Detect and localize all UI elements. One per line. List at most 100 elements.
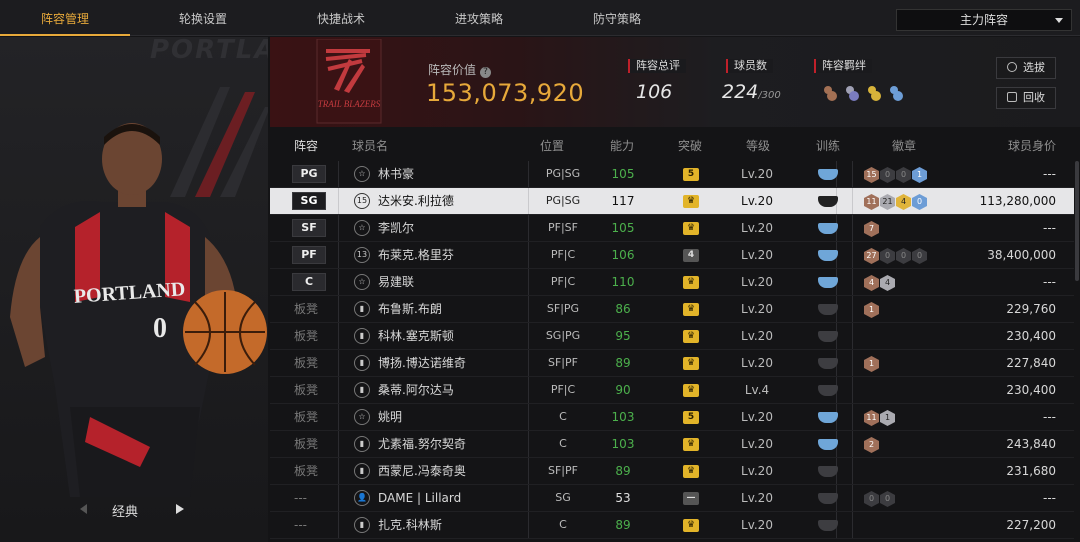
table-row[interactable]: C ☆ 易建联 PF|C 110 ♛ Lv.20 4 4 --- (270, 269, 1074, 296)
col-ability[interactable]: 能力 (610, 137, 634, 154)
lineup-slot[interactable]: 板凳 (294, 377, 318, 403)
lineup-slot[interactable]: --- (294, 512, 307, 538)
player-level: Lv.20 (741, 194, 773, 208)
card-variant-switcher: 经典 (0, 497, 268, 521)
badge-hex-icon: 2 (864, 437, 879, 453)
col-price[interactable]: 球员身价 (1008, 137, 1056, 154)
recycle-button-label: 回收 (1023, 91, 1045, 104)
col-lineup[interactable]: 阵容 (294, 137, 318, 154)
player-type-icon: ▮ (354, 382, 370, 398)
column-divider (528, 377, 529, 403)
column-divider (338, 404, 339, 430)
col-name[interactable]: 球员名 (352, 137, 388, 154)
lineup-slot[interactable]: PF (292, 246, 326, 264)
column-divider (528, 269, 529, 295)
lineup-slot[interactable]: SF (292, 219, 326, 237)
col-breakthrough[interactable]: 突破 (678, 137, 702, 154)
lineup-slot[interactable]: SG (292, 192, 326, 210)
lineup-slot[interactable]: 板凳 (294, 296, 318, 322)
breakthrough-crown-icon: ♛ (683, 330, 699, 343)
col-level[interactable]: 等级 (746, 137, 770, 154)
lineup-value-label-text: 阵容价值 (428, 63, 477, 77)
tab-lineup-management[interactable]: 阵容管理 (0, 0, 130, 36)
col-badge[interactable]: 徽章 (892, 137, 916, 154)
lineup-slot[interactable]: 板凳 (294, 458, 318, 484)
player-level: Lv.20 (741, 221, 773, 235)
player-type-icon: ☆ (354, 220, 370, 236)
breakthrough-crown-icon: ♛ (683, 195, 699, 208)
player-position: C (559, 437, 567, 450)
table-row[interactable]: 板凳 ▮ 尤素福.努尔契奇 C 103 ♛ Lv.20 2 243,840 (270, 431, 1074, 458)
column-divider (338, 458, 339, 484)
player-position: PF|C (550, 383, 576, 396)
table-row[interactable]: 板凳 ▮ 博扬.博达诺维奇 SF|PF 89 ♛ Lv.20 1 227,840 (270, 350, 1074, 377)
player-name: 科林.塞克斯顿 (378, 329, 454, 343)
tab-defense-strategy[interactable]: 防守策略 (552, 0, 682, 36)
player-level: Lv.20 (741, 518, 773, 532)
table-row[interactable]: --- 👤 DAME | Lillard SG 53 — Lv.20 0 0 --- (270, 485, 1074, 512)
variant-label: 经典 (112, 505, 139, 520)
player-name: 博扬.博达诺维奇 (378, 356, 466, 370)
player-count-number: 224 (722, 81, 759, 103)
breakthrough-crown-icon: 5 (683, 168, 699, 181)
player-position: SF|PF (548, 356, 578, 369)
player-type-icon: ▮ (354, 328, 370, 344)
badge-group: 1 (864, 355, 880, 372)
table-row[interactable]: 板凳 ▮ 布鲁斯.布朗 SF|PG 86 ♛ Lv.20 1 229,760 (270, 296, 1074, 323)
recycle-button[interactable]: 回收 (996, 87, 1056, 109)
player-ability: 105 (611, 221, 635, 235)
tab-offense-strategy[interactable]: 进攻策略 (414, 0, 544, 36)
scrollbar[interactable] (1075, 161, 1079, 281)
player-name: 林书豪 (378, 167, 415, 181)
lineup-slot[interactable]: PG (292, 165, 326, 183)
training-shield-icon (818, 358, 838, 369)
breakthrough-crown-icon: 5 (683, 411, 699, 424)
tab-rotation-settings[interactable]: 轮换设置 (138, 0, 268, 36)
player-level: Lv.20 (741, 248, 773, 262)
lineup-select-dropdown[interactable]: 主力阵容 (896, 9, 1072, 31)
table-row[interactable]: PF 13 布莱克.格里芬 PF|C 106 4 Lv.20 27 0 0 0 38,400,000 (270, 242, 1074, 269)
lineup-slot[interactable]: 板凳 (294, 431, 318, 457)
next-arrow-icon[interactable] (176, 504, 184, 514)
table-row[interactable]: SF ☆ 李凯尔 PF|SF 105 ♛ Lv.20 7 --- (270, 215, 1074, 242)
table-row[interactable]: 板凳 ☆ 姚明 C 103 5 Lv.20 11 1 --- (270, 404, 1074, 431)
select-button[interactable]: 选拔 (996, 57, 1056, 79)
col-training[interactable]: 训练 (816, 137, 840, 154)
lineup-slot[interactable]: C (292, 273, 326, 291)
top-tab-bar: 阵容管理 轮换设置 快捷战术 进攻策略 防守策略 主力阵容 (0, 0, 1080, 36)
column-divider (338, 350, 339, 376)
help-icon[interactable]: ? (480, 67, 492, 78)
table-row[interactable]: 板凳 ▮ 西蒙尼.冯泰奇奥 SF|PF 89 ♛ Lv.20 231,680 (270, 458, 1074, 485)
player-price: 230,400 (1006, 329, 1056, 343)
badge-hex-icon: 21 (880, 194, 895, 210)
column-divider (528, 296, 529, 322)
player-position: SF|PG (546, 302, 580, 315)
column-divider (338, 242, 339, 268)
column-divider (852, 512, 853, 538)
badge-hex-icon: 1 (864, 356, 879, 372)
column-divider (338, 323, 339, 349)
previous-arrow-icon[interactable] (80, 504, 87, 514)
lineup-slot[interactable]: 板凳 (294, 350, 318, 376)
lineup-slot[interactable]: --- (294, 485, 307, 511)
table-row[interactable]: SG 15 达米安.利拉德 PG|SG 117 ♛ Lv.20 11 21 4 0 113,280,0… (270, 188, 1074, 215)
player-name: 布鲁斯.布朗 (378, 302, 442, 316)
lineup-slot[interactable]: 板凳 (294, 404, 318, 430)
table-row[interactable]: PG ☆ 林书豪 PG|SG 105 5 Lv.20 15 0 0 1 --- (270, 161, 1074, 188)
col-position[interactable]: 位置 (540, 137, 564, 154)
column-divider (338, 188, 339, 214)
lineup-slot[interactable]: 板凳 (294, 323, 318, 349)
table-row[interactable]: 板凳 ▮ 科林.塞克斯顿 SG|PG 95 ♛ Lv.20 230,400 (270, 323, 1074, 350)
player-price: 113,280,000 (979, 194, 1056, 208)
table-row[interactable]: --- ▮ 扎克.科林斯 C 89 ♛ Lv.20 227,200 (270, 512, 1074, 539)
tab-quick-tactics[interactable]: 快捷战术 (276, 0, 406, 36)
player-name: 桑蒂.阿尔达马 (378, 383, 454, 397)
badge-hex-icon: 15 (864, 167, 879, 183)
column-divider (852, 269, 853, 295)
table-row[interactable]: 板凳 ▮ 桑蒂.阿尔达马 PF|C 90 ♛ Lv.4 230,400 (270, 377, 1074, 404)
column-divider (528, 431, 529, 457)
breakthrough-crown-icon: ♛ (683, 519, 699, 532)
column-divider (338, 512, 339, 538)
bond-icons[interactable] (820, 83, 910, 105)
badge-hex-icon: 11 (864, 194, 879, 210)
